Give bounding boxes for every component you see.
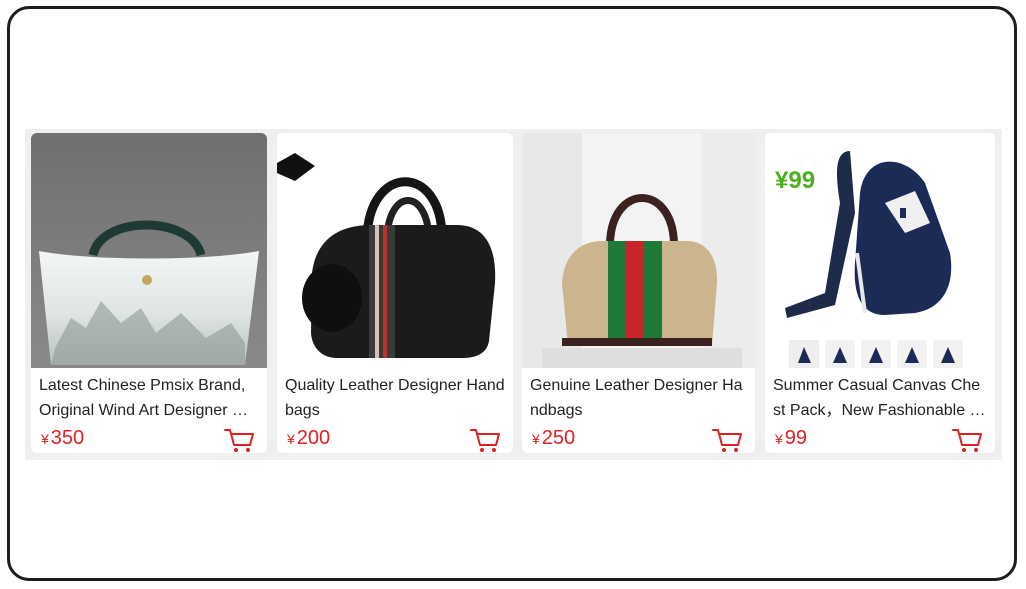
image-overlay-price: ¥99: [775, 167, 816, 194]
currency-symbol: ¥: [41, 431, 49, 447]
cart-icon[interactable]: [951, 426, 983, 453]
currency-symbol: ¥: [532, 431, 540, 447]
product-card[interactable]: Quality Leather Designer Handbags ¥200: [277, 133, 513, 453]
product-title[interactable]: Latest Chinese Pmsix Brand, Original Win…: [39, 373, 259, 423]
currency-symbol: ¥: [775, 431, 783, 447]
product-title[interactable]: Genuine Leather Designer Handbags: [530, 373, 747, 423]
cart-icon[interactable]: [711, 426, 743, 453]
price-value: 99: [784, 427, 808, 449]
product-title[interactable]: Summer Casual Canvas Chest Pack，New Fash…: [773, 373, 987, 423]
cart-icon[interactable]: [469, 426, 501, 453]
product-title[interactable]: Quality Leather Designer Handbags: [285, 373, 505, 423]
price-value: 200: [296, 427, 331, 449]
product-price: ¥200: [287, 427, 330, 450]
price-value: 250: [541, 427, 576, 449]
product-price: ¥250: [532, 427, 575, 450]
currency-symbol: ¥: [287, 431, 295, 447]
product-image[interactable]: [277, 133, 513, 368]
product-card[interactable]: Latest Chinese Pmsix Brand, Original Win…: [31, 133, 267, 453]
product-price: ¥99: [775, 427, 807, 450]
product-card[interactable]: ¥99 Summer Casual Canvas Chest Pack，New …: [765, 133, 995, 453]
price-value: 350: [50, 427, 85, 449]
product-image[interactable]: [522, 133, 755, 368]
product-card[interactable]: Genuine Leather Designer Handbags ¥250: [522, 133, 755, 453]
product-price: ¥350: [41, 427, 84, 450]
cart-icon[interactable]: [223, 426, 255, 453]
product-image[interactable]: [31, 133, 267, 368]
product-image[interactable]: ¥99: [765, 133, 995, 368]
